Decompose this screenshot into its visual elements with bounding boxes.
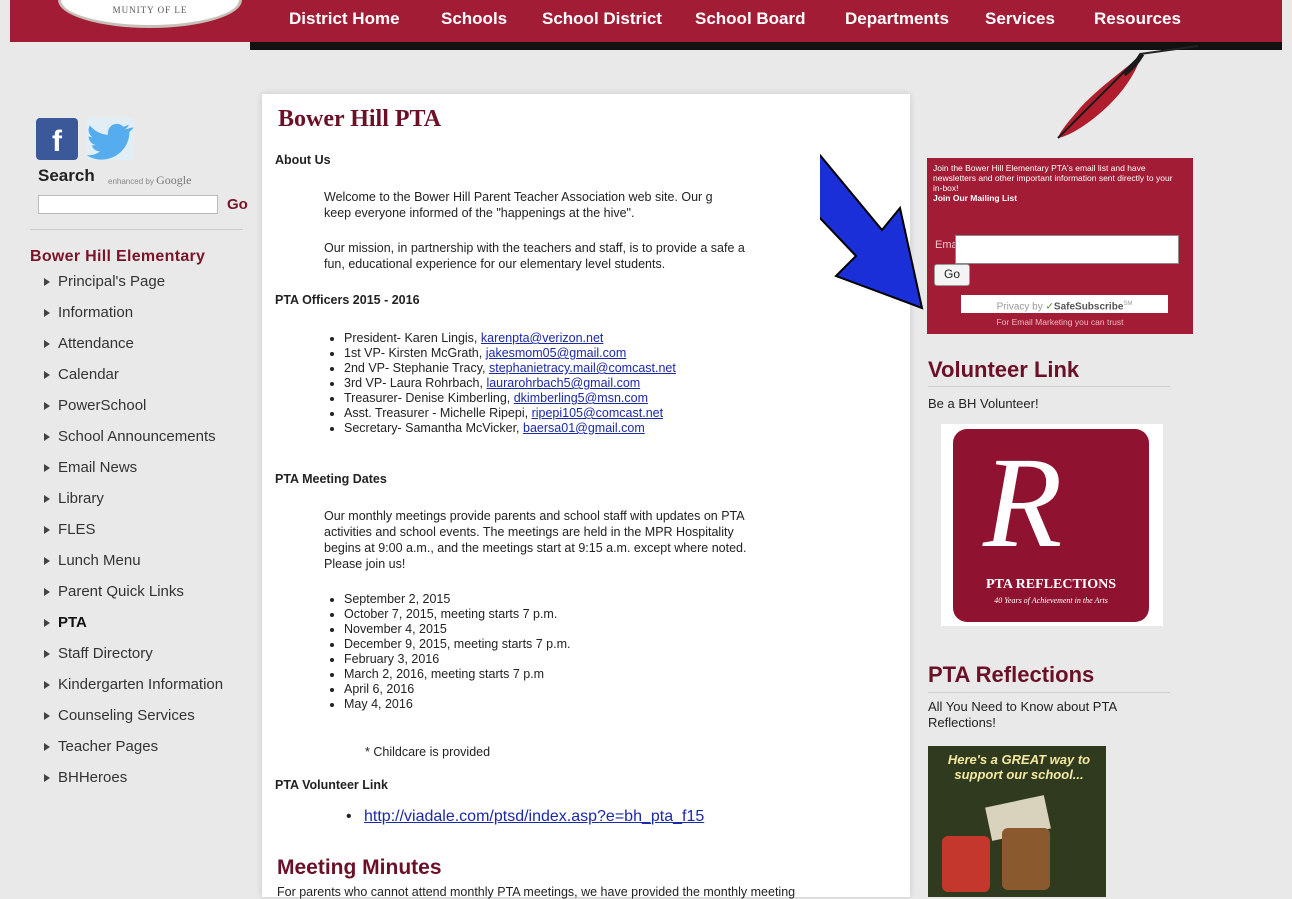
list-item: April 6, 2016	[344, 682, 571, 697]
page-title: Bower Hill PTA	[278, 106, 442, 132]
volunteer-link-text[interactable]: Be a BH Volunteer!	[928, 396, 1039, 412]
sidebar-item-counseling-services[interactable]: Counseling Services	[42, 706, 223, 737]
volunteer-link-title: Volunteer Link	[928, 357, 1080, 382]
promo-text: Here's a GREAT way to support our school…	[947, 752, 1091, 782]
email-link[interactable]: jakesmom05@gmail.com	[486, 346, 627, 360]
list-item: May 4, 2016	[344, 697, 571, 712]
email-link[interactable]: baersa01@gmail.com	[523, 421, 645, 435]
list-item: President- Karen Lingis, karenpta@verizo…	[344, 331, 676, 346]
sidebar-item-fles[interactable]: FLES	[42, 520, 223, 551]
list-item: February 3, 2016	[344, 652, 571, 667]
about-heading: About Us	[275, 153, 331, 167]
feather-icon	[1057, 45, 1199, 139]
nav-school-district[interactable]: School District	[542, 9, 662, 29]
nav-services[interactable]: Services	[985, 9, 1055, 29]
list-item: October 7, 2015, meeting starts 7 p.m.	[344, 607, 571, 622]
school-menu: Principal's Page Information Attendance …	[42, 272, 223, 799]
officers-list: President- Karen Lingis, karenpta@verizo…	[344, 331, 676, 436]
list-item: November 4, 2015	[344, 622, 571, 637]
list-item: 2nd VP- Stephanie Tracy, stephanietracy.…	[344, 361, 676, 376]
meeting-minutes-title: Meeting Minutes	[277, 856, 442, 879]
reflections-logo-title: PTA REFLECTIONS	[985, 577, 1117, 592]
divider	[928, 386, 1170, 387]
bullet: •	[346, 808, 352, 825]
nav-district-home[interactable]: District Home	[289, 9, 400, 29]
list-item: 3rd VP- Laura Rohrbach, laurarohrbach5@g…	[344, 376, 676, 391]
officers-heading: PTA Officers 2015 - 2016	[275, 293, 420, 307]
sidebar-item-powerschool[interactable]: PowerSchool	[42, 396, 223, 427]
childcare-note: * Childcare is provided	[365, 745, 491, 759]
reflections-logo-subtitle: 40 Years of Achievement in the Arts	[994, 596, 1108, 605]
sidebar-item-email-news[interactable]: Email News	[42, 458, 223, 489]
logo-text: MUNITY OF LE	[112, 5, 188, 15]
email-signup-box: Join the Bower Hill Elementary PTA's ema…	[927, 158, 1193, 334]
main-content: Bower Hill PTA About Us Welcome to the B…	[262, 94, 910, 899]
search-input[interactable]	[38, 195, 218, 214]
sidebar-item-information[interactable]: Information	[42, 303, 223, 334]
about-paragraph-2: Our mission, in partnership with the tea…	[324, 241, 745, 271]
reflections-logo-badge: R PTA REFLECTIONS 40 Years of Achievemen…	[953, 429, 1149, 622]
pta-reflections-title: PTA Reflections	[928, 662, 1095, 687]
list-item: Secretary- Samantha McVicker, baersa01@g…	[344, 421, 676, 436]
nav-resources[interactable]: Resources	[1094, 9, 1181, 29]
mug-graphic	[1002, 828, 1050, 890]
trust-text: For Email Marketing you can trust	[996, 317, 1124, 327]
sidebar-item-teacher-pages[interactable]: Teacher Pages	[42, 737, 223, 768]
pta-reflections-text[interactable]: All You Need to Know about PTA Reflectio…	[928, 699, 1173, 731]
school-title[interactable]: Bower Hill Elementary	[30, 248, 205, 266]
list-item: March 2, 2016, meeting starts 7 p.m	[344, 667, 571, 682]
privacy-badge[interactable]: Privacy by ✓SafeSubscribeSM	[961, 295, 1168, 313]
list-item: 1st VP- Kirsten McGrath, jakesmom05@gmai…	[344, 346, 676, 361]
list-item: Asst. Treasurer - Michelle Ripepi, ripep…	[344, 406, 676, 421]
sidebar-item-attendance[interactable]: Attendance	[42, 334, 223, 365]
email-link[interactable]: stephanietracy.mail@comcast.net	[489, 361, 676, 375]
signup-intro: Join the Bower Hill Elementary PTA's ema…	[933, 163, 1173, 203]
list-item: September 2, 2015	[344, 592, 571, 607]
email-field[interactable]	[955, 235, 1179, 264]
search-go-button[interactable]: Go	[227, 196, 248, 213]
sidebar-item-school-announcements[interactable]: School Announcements	[42, 427, 223, 458]
meeting-dates-list: September 2, 2015 October 7, 2015, meeti…	[344, 592, 571, 712]
sidebar-item-library[interactable]: Library	[42, 489, 223, 520]
mug-graphic	[942, 836, 990, 892]
divider	[928, 692, 1170, 693]
nav-school-board[interactable]: School Board	[695, 9, 806, 29]
search-enhanced-label: enhanced by Google	[108, 173, 192, 187]
meetings-heading: PTA Meeting Dates	[275, 472, 387, 486]
sidebar-item-bhheroes[interactable]: BHHeroes	[42, 768, 223, 799]
twitter-icon[interactable]	[86, 118, 134, 160]
search-title: Search	[38, 166, 95, 185]
facebook-icon[interactable]: f	[36, 118, 78, 160]
email-link[interactable]: karenpta@verizon.net	[481, 331, 603, 345]
sidebar-item-pta[interactable]: PTA	[42, 613, 223, 644]
blue-arrow-annotation	[820, 153, 924, 310]
sidebar-item-kindergarten-information[interactable]: Kindergarten Information	[42, 675, 223, 706]
email-link[interactable]: ripepi105@comcast.net	[532, 406, 664, 420]
email-link[interactable]: laurarohrbach5@gmail.com	[486, 376, 640, 390]
list-item: Treasurer- Denise Kimberling, dkimberlin…	[344, 391, 676, 406]
nav-schools[interactable]: Schools	[441, 9, 507, 29]
about-paragraph-1: Welcome to the Bower Hill Parent Teacher…	[324, 190, 713, 220]
sidebar-item-lunch-menu[interactable]: Lunch Menu	[42, 551, 223, 582]
nav-departments[interactable]: Departments	[845, 9, 949, 29]
sidebar-divider	[30, 229, 243, 230]
email-link[interactable]: dkimberling5@msn.com	[514, 391, 648, 405]
pta-reflections-logo[interactable]: R PTA REFLECTIONS 40 Years of Achievemen…	[941, 424, 1163, 626]
meetings-paragraph: Our monthly meetings provide parents and…	[324, 509, 747, 571]
list-item: December 9, 2015, meeting starts 7 p.m.	[344, 637, 571, 652]
volunteer-link[interactable]: http://viadale.com/ptsd/index.asp?e=bh_p…	[364, 808, 704, 826]
sidebar-item-staff-directory[interactable]: Staff Directory	[42, 644, 223, 675]
sidebar-item-principals-page[interactable]: Principal's Page	[42, 272, 223, 303]
volunteer-heading: PTA Volunteer Link	[275, 778, 388, 792]
sidebar-item-parent-quick-links[interactable]: Parent Quick Links	[42, 582, 223, 613]
reflections-r-icon: R	[983, 431, 1063, 575]
fundraiser-promo-image[interactable]: Here's a GREAT way to support our school…	[928, 746, 1106, 897]
sidebar-item-calendar[interactable]: Calendar	[42, 365, 223, 396]
